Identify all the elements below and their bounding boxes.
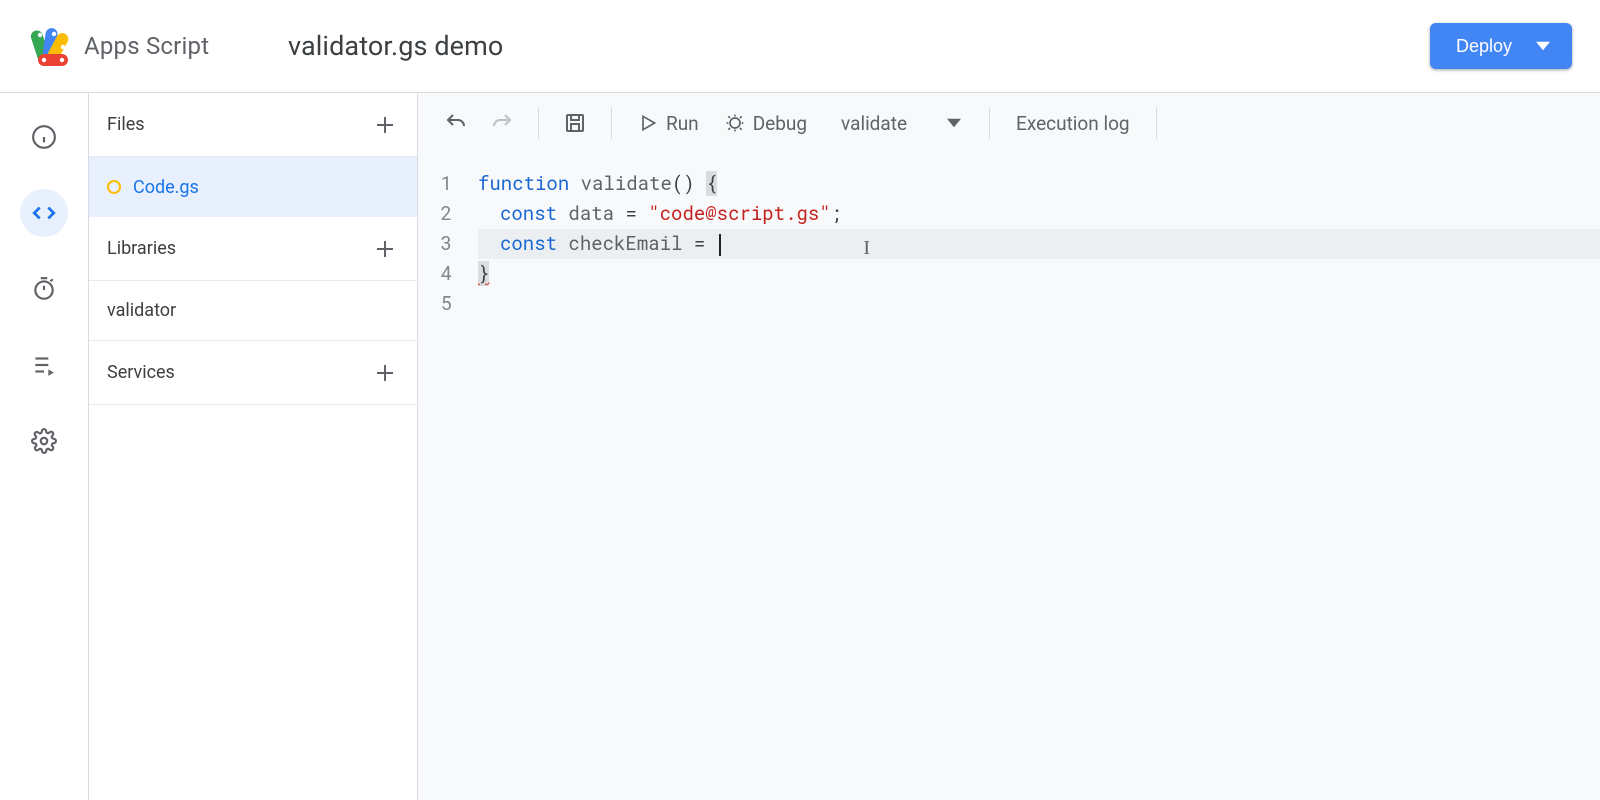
nav-triggers-icon[interactable] [20,265,68,313]
token-punct: ; [831,201,842,226]
play-icon [638,113,658,133]
debug-button[interactable]: Debug [717,112,815,135]
line-number: 1 [418,169,452,199]
text-cursor [719,234,721,256]
chevron-down-icon [1536,39,1550,53]
line-number: 2 [418,199,452,229]
token-keyword: const [500,201,557,226]
plus-icon [373,113,397,137]
code-line[interactable] [478,289,1600,319]
apps-script-logo-icon [28,24,72,68]
debug-label: Debug [753,112,807,135]
token-identifier: checkEmail [568,231,682,256]
content: Files Code.gs Libraries validator Servic… [0,93,1600,800]
libraries-label: Libraries [107,238,176,259]
nav-overview-icon[interactable] [20,113,68,161]
redo-button[interactable] [484,105,520,141]
toolbar-divider [538,107,539,139]
add-service-button[interactable] [371,359,399,387]
code-editor[interactable]: 1 2 3 4 5 function validate() { const da… [418,153,1600,800]
undo-icon [444,111,468,135]
save-icon [563,111,587,135]
token-punct: = [625,201,636,226]
line-number: 4 [418,259,452,289]
services-section-header: Services [89,341,417,405]
execution-log-button[interactable]: Execution log [1008,112,1138,135]
selected-function: validate [841,112,907,135]
save-button[interactable] [557,105,593,141]
services-label: Services [107,362,175,383]
nav-editor-icon[interactable] [20,189,68,237]
files-section-header: Files [89,93,417,157]
run-label: Run [666,112,699,135]
token-brace: } [478,261,489,286]
code-lines[interactable]: function validate() { const data = "code… [478,169,1600,800]
redo-icon [490,111,514,135]
plus-icon [373,361,397,385]
file-name: Code.gs [133,177,199,198]
function-select[interactable]: validate [825,112,971,135]
nav-executions-icon[interactable] [20,341,68,389]
header: Apps Script validator.gs demo Deploy [0,0,1600,93]
project-title[interactable]: validator.gs demo [288,30,503,62]
editor-toolbar: Run Debug validate Execution log [418,93,1600,153]
token-keyword: function [478,171,569,196]
debug-icon [725,113,745,133]
nav-settings-icon[interactable] [20,417,68,465]
run-button[interactable]: Run [630,112,707,135]
files-label: Files [107,114,145,135]
token-string: "code@script.gs" [648,201,830,226]
code-line[interactable]: } [478,259,1600,289]
token-identifier: data [568,201,614,226]
code-line-current[interactable]: const checkEmail = I [478,229,1600,259]
add-library-button[interactable] [371,235,399,263]
code-line[interactable]: function validate() { [478,169,1600,199]
token-punct: () [672,171,695,196]
execution-log-label: Execution log [1016,112,1130,135]
code-line[interactable]: const data = "code@script.gs"; [478,199,1600,229]
library-item-validator[interactable]: validator [89,281,417,341]
libraries-section-header: Libraries [89,217,417,281]
token-brace: { [706,171,717,196]
chevron-down-icon [947,116,961,130]
add-file-button[interactable] [371,111,399,139]
logo-area: Apps Script [28,24,288,68]
nav-rail [0,93,88,800]
sidebar: Files Code.gs Libraries validator Servic… [88,93,418,800]
library-name: validator [107,300,176,321]
toolbar-divider [611,107,612,139]
deploy-button[interactable]: Deploy [1430,23,1572,69]
toolbar-divider [1156,107,1157,139]
toolbar-divider [989,107,990,139]
deploy-button-label: Deploy [1456,36,1512,57]
line-number: 5 [418,289,452,319]
token-punct: = [694,231,705,256]
editor-area: Run Debug validate Execution log 1 2 3 4 [418,93,1600,800]
gutter: 1 2 3 4 5 [418,169,478,800]
plus-icon [373,237,397,261]
file-item-code[interactable]: Code.gs [89,157,417,217]
line-number: 3 [418,229,452,259]
undo-button[interactable] [438,105,474,141]
product-name: Apps Script [84,32,209,60]
token-identifier: validate [581,171,672,196]
unsaved-indicator-icon [107,180,121,194]
token-keyword: const [500,231,557,256]
